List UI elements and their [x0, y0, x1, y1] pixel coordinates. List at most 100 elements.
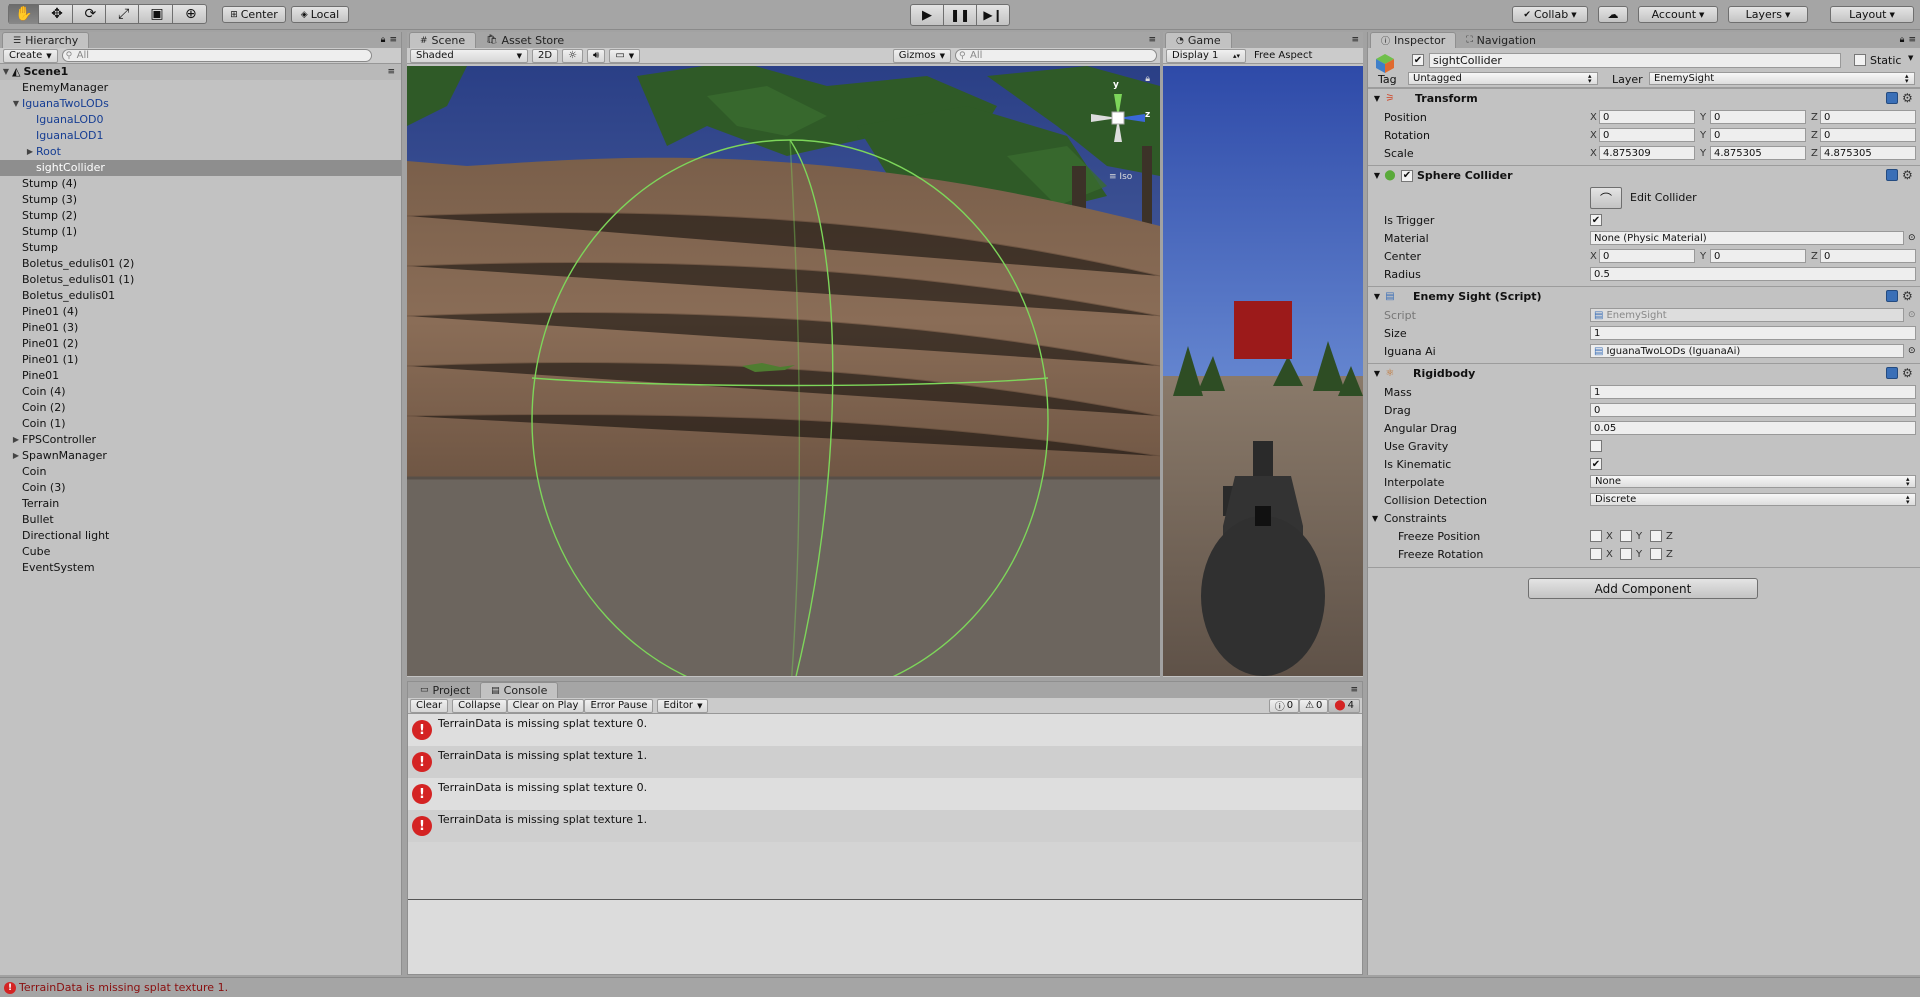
scene-search-input[interactable]: ⚲ All	[955, 49, 1157, 62]
gear-icon[interactable]: ⚙	[1902, 169, 1914, 181]
console-error-pause-button[interactable]: Error Pause	[584, 698, 654, 713]
scene-root-row[interactable]: ▼ ◭ Scene1 ≡	[0, 64, 401, 80]
lock-icon[interactable]: 🔒︎	[381, 35, 386, 45]
play-button[interactable]: ▶	[910, 4, 944, 26]
cloud-button[interactable]: ☁	[1598, 6, 1628, 23]
panel-menu-icon[interactable]: ≡	[387, 64, 395, 80]
radius-field[interactable]: 0.5	[1590, 267, 1916, 281]
panel-menu-icon[interactable]: ≡	[1148, 35, 1156, 45]
hierarchy-item[interactable]: Cube	[0, 544, 401, 560]
create-dropdown[interactable]: Create ▼	[3, 48, 58, 63]
tag-dropdown[interactable]: Untagged	[1408, 72, 1598, 85]
drag-field[interactable]: 0	[1590, 403, 1916, 417]
iguana-ai-field[interactable]: ▤ IguanaTwoLODs (IguanaAi)	[1590, 344, 1904, 358]
help-book-icon[interactable]	[1886, 290, 1898, 302]
shading-dropdown[interactable]: Shaded ▼	[410, 48, 528, 63]
freeze-rotation-y-checkbox[interactable]	[1620, 548, 1632, 560]
hierarchy-item[interactable]: Boletus_edulis01 (1)	[0, 272, 401, 288]
expand-arrow-icon[interactable]: ▼	[0, 64, 12, 80]
transform-component-header[interactable]: ▼ ⚞ Transform ⚙	[1368, 88, 1920, 108]
center-x-field[interactable]: 0	[1599, 249, 1695, 263]
freeze-position-z-checkbox[interactable]	[1650, 530, 1662, 542]
hierarchy-item[interactable]: EventSystem	[0, 560, 401, 576]
constraints-row[interactable]: ▼ Constraints	[1368, 509, 1920, 527]
display-dropdown[interactable]: Display 1 ▴▾	[1166, 48, 1246, 63]
hierarchy-item[interactable]: Coin	[0, 464, 401, 480]
pivot-local-button[interactable]: ◈ Local	[291, 6, 349, 23]
object-picker-icon[interactable]: ⊙	[1908, 233, 1916, 243]
rect-tool-icon[interactable]: ▣	[142, 4, 173, 24]
hierarchy-item[interactable]: EnemyManager	[0, 80, 401, 96]
toggle-2d-button[interactable]: 2D	[532, 48, 559, 63]
account-dropdown[interactable]: Account ▼	[1638, 6, 1718, 23]
panel-menu-icon[interactable]: ≡	[1908, 35, 1916, 45]
collapse-arrow-icon[interactable]: ▼	[1371, 369, 1383, 378]
angular-drag-field[interactable]: 0.05	[1590, 421, 1916, 435]
step-button[interactable]: ▶❙	[976, 4, 1010, 26]
collapse-arrow-icon[interactable]: ▼	[1371, 94, 1383, 103]
center-z-field[interactable]: 0	[1820, 249, 1916, 263]
console-collapse-button[interactable]: Collapse	[452, 698, 507, 713]
is-kinematic-checkbox[interactable]: ✔	[1590, 458, 1602, 470]
hierarchy-item[interactable]: Coin (1)	[0, 416, 401, 432]
hierarchy-item[interactable]: Stump (3)	[0, 192, 401, 208]
console-clear-button[interactable]: Clear	[410, 698, 449, 713]
console-log-entry[interactable]: ! TerrainData is missing splat texture 1.	[408, 810, 1362, 842]
console-log-entry[interactable]: ! TerrainData is missing splat texture 0.	[408, 714, 1362, 746]
material-field[interactable]: None (Physic Material)	[1590, 231, 1904, 245]
object-name-field[interactable]: sightCollider	[1429, 53, 1841, 68]
panel-menu-icon[interactable]: ≡	[1351, 35, 1359, 45]
collapse-arrow-icon[interactable]: ▼	[1371, 171, 1383, 180]
audio-toggle[interactable]: 🔊︎	[587, 48, 606, 63]
edit-collider-button[interactable]: ⌒	[1590, 187, 1622, 209]
hierarchy-item[interactable]: Coin (2)	[0, 400, 401, 416]
static-checkbox[interactable]	[1854, 54, 1866, 66]
collapse-arrow-icon[interactable]: ▶	[24, 144, 36, 160]
layout-dropdown[interactable]: Layout ▼	[1830, 6, 1914, 23]
sphere-collider-enabled-checkbox[interactable]: ✔	[1401, 169, 1413, 182]
freeze-rotation-x-checkbox[interactable]	[1590, 548, 1602, 560]
hierarchy-item[interactable]: Boletus_edulis01 (2)	[0, 256, 401, 272]
center-y-field[interactable]: 0	[1710, 249, 1806, 263]
tab-project[interactable]: ▭ Project	[410, 682, 480, 698]
tab-hierarchy[interactable]: ☰ Hierarchy	[2, 32, 90, 48]
interpolate-dropdown[interactable]: None	[1590, 475, 1916, 488]
help-book-icon[interactable]	[1886, 92, 1898, 104]
info-filter-toggle[interactable]: ⓘ 0	[1268, 698, 1300, 713]
gear-icon[interactable]: ⚙	[1902, 290, 1914, 302]
collab-dropdown[interactable]: ✔ Collab ▼	[1512, 6, 1588, 23]
size-field[interactable]: 1	[1590, 326, 1916, 340]
status-bar[interactable]: ! TerrainData is missing splat texture 1…	[0, 977, 1920, 997]
collapse-arrow-icon[interactable]: ▶	[10, 448, 22, 464]
collapse-arrow-icon[interactable]: ▼	[1371, 292, 1383, 301]
tab-game[interactable]: ◔ Game	[1165, 32, 1232, 48]
hierarchy-item[interactable]: Stump (1)	[0, 224, 401, 240]
use-gravity-checkbox[interactable]	[1590, 440, 1602, 452]
hierarchy-item[interactable]: ▶ Root	[0, 144, 401, 160]
lock-icon[interactable]: 🔒︎	[1145, 74, 1150, 84]
move-tool-icon[interactable]: ✥	[42, 4, 73, 24]
tab-scene[interactable]: # Scene	[409, 32, 477, 48]
hierarchy-item[interactable]: ▼ IguanaTwoLODs	[0, 96, 401, 112]
hierarchy-item[interactable]: IguanaLOD0	[0, 112, 401, 128]
hierarchy-item[interactable]: Stump (2)	[0, 208, 401, 224]
console-log-entry[interactable]: ! TerrainData is missing splat texture 1.	[408, 746, 1362, 778]
freeze-position-x-checkbox[interactable]	[1590, 530, 1602, 542]
warning-filter-toggle[interactable]: ⚠ 0	[1299, 698, 1329, 713]
pivot-center-button[interactable]: ⊞ Center	[222, 6, 286, 23]
position-z-field[interactable]: 0	[1820, 110, 1916, 124]
transform-tool-icon[interactable]: ⊕	[176, 4, 206, 24]
collapse-arrow-icon[interactable]: ▼	[1372, 514, 1384, 523]
rigidbody-header[interactable]: ▼ ⚛ Rigidbody ⚙	[1368, 363, 1920, 383]
help-book-icon[interactable]	[1886, 367, 1898, 379]
gear-icon[interactable]: ⚙	[1902, 367, 1914, 379]
rotation-z-field[interactable]: 0	[1820, 128, 1916, 142]
collision-detection-dropdown[interactable]: Discrete	[1590, 493, 1916, 506]
layers-dropdown[interactable]: Layers ▼	[1728, 6, 1808, 23]
scale-z-field[interactable]: 4.875305	[1820, 146, 1916, 160]
hierarchy-item[interactable]: Pine01	[0, 368, 401, 384]
hierarchy-item[interactable]: Pine01 (2)	[0, 336, 401, 352]
console-clear-on-play-button[interactable]: Clear on Play	[506, 698, 585, 713]
hierarchy-item[interactable]: Coin (4)	[0, 384, 401, 400]
game-viewport[interactable]	[1163, 66, 1363, 676]
